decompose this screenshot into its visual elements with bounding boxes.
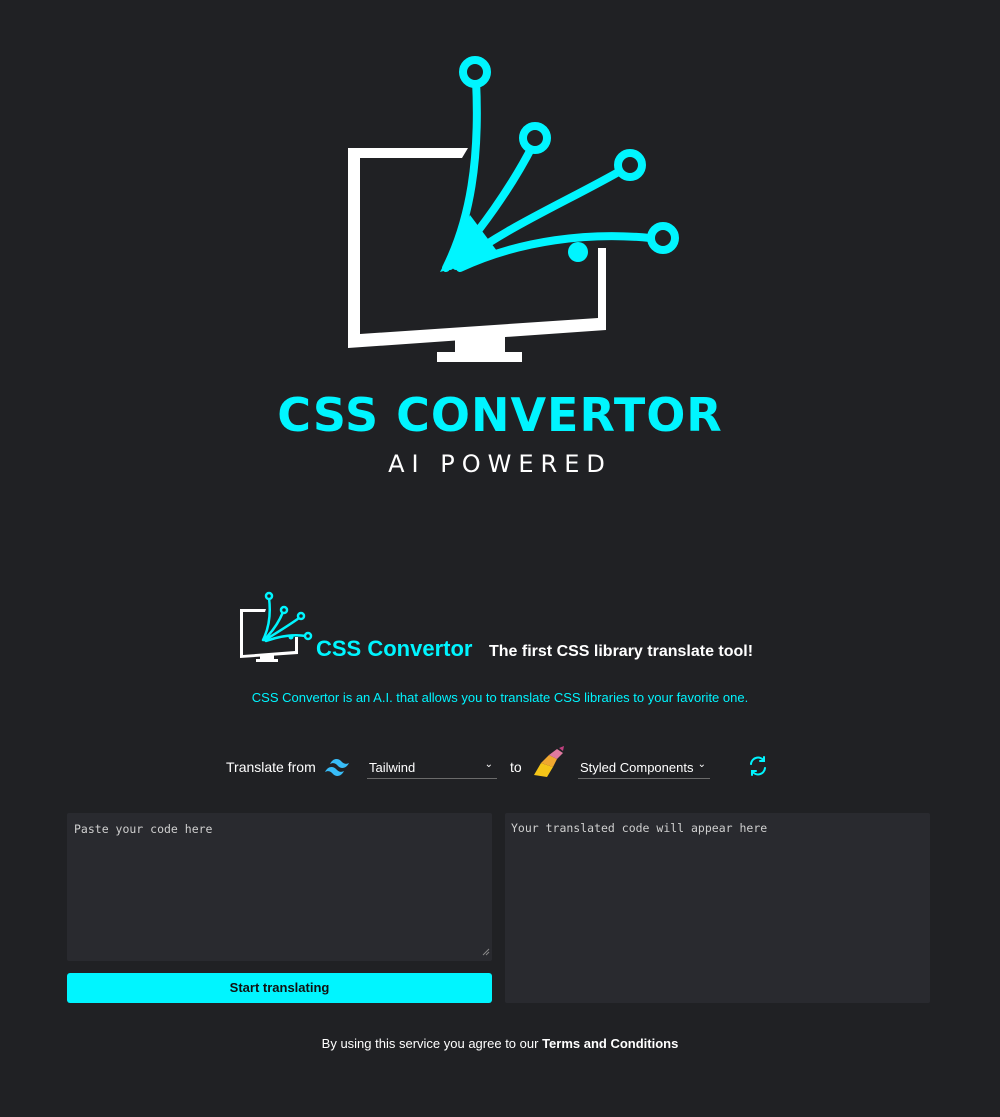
swap-refresh-icon[interactable] xyxy=(747,755,769,782)
from-library-select[interactable]: Tailwind ⌄ xyxy=(367,757,497,779)
to-library-value: Styled Components xyxy=(580,760,694,775)
translate-from-label: Translate from xyxy=(226,759,316,775)
footer-text: By using this service you agree to our xyxy=(321,1036,539,1051)
chevron-down-icon: ⌄ xyxy=(484,759,493,770)
to-label: to xyxy=(510,759,522,775)
brand-name: CSS Convertor xyxy=(316,636,473,661)
chevron-down-icon: ⌄ xyxy=(697,759,706,770)
to-library-select[interactable]: Styled Components ⌄ xyxy=(578,757,710,779)
brand-description: CSS Convertor is an A.I. that allows you… xyxy=(251,690,749,705)
code-input-textarea[interactable]: Paste your code here xyxy=(67,813,492,961)
from-library-value: Tailwind xyxy=(369,760,416,775)
terms-link[interactable]: Terms and Conditions xyxy=(542,1036,678,1051)
hero-subtitle: AI POWERED xyxy=(388,450,612,478)
monitor-circuit-logo-icon xyxy=(348,56,679,362)
code-output-panel: Your translated code will appear here xyxy=(505,813,930,1003)
hero-logo: CSS CONVERTOR AI POWERED xyxy=(0,0,1000,520)
tailwind-icon xyxy=(322,756,354,783)
brand-tagline: The first CSS library translate tool! xyxy=(489,643,754,660)
code-input-placeholder: Paste your code here xyxy=(74,822,213,836)
brand-header: CSS Convertor The first CSS library tran… xyxy=(236,590,776,666)
translate-controls: Translate from Tailwind ⌄ to Styled Comp… xyxy=(0,742,1000,792)
code-output-placeholder: Your translated code will appear here xyxy=(511,821,768,835)
hero-title: CSS CONVERTOR xyxy=(277,388,723,442)
small-logo-icon xyxy=(240,591,313,662)
start-translating-button[interactable]: Start translating xyxy=(67,973,492,1003)
styled-components-icon xyxy=(531,745,567,784)
resize-handle-icon[interactable] xyxy=(482,945,490,959)
footer-notice: By using this service you agree to our T… xyxy=(0,1036,1000,1051)
